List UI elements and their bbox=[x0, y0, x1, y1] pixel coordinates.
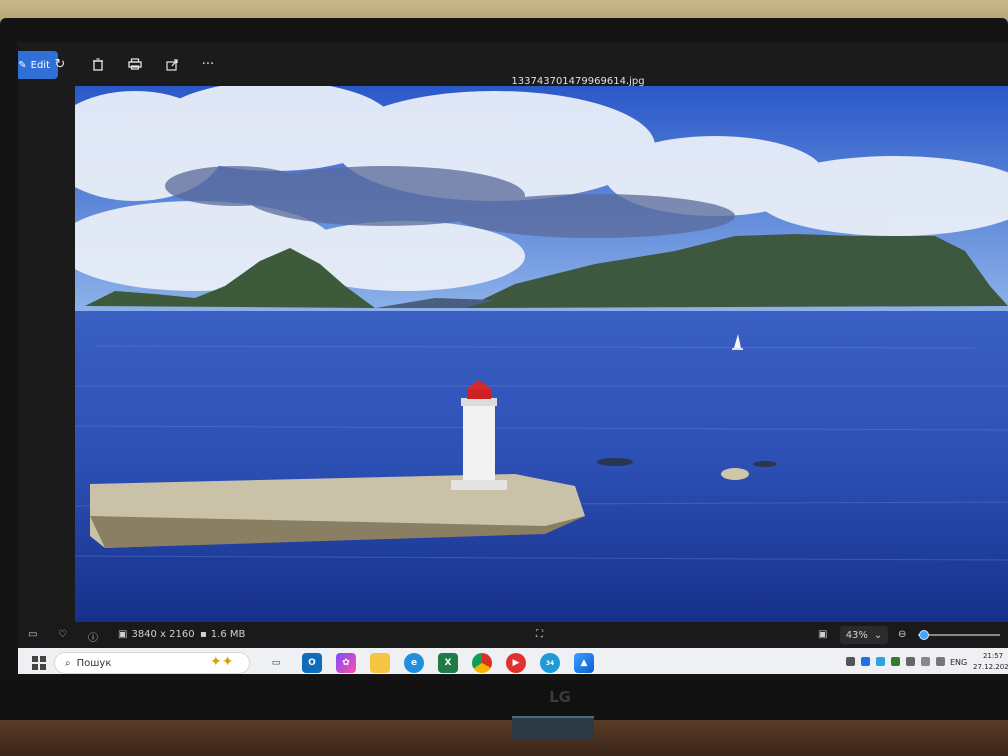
zoom-out-icon[interactable]: ⊖ bbox=[898, 629, 906, 640]
excel-icon[interactable]: X bbox=[438, 653, 458, 673]
windows-taskbar: ⌕ Пошук ✦✦ ▭ O ✿ e X ▶ 34 ▲ ENG 21:57 27… bbox=[18, 648, 1008, 674]
desk-surface bbox=[0, 720, 1008, 756]
clock[interactable]: 21:57 27.12.2024 bbox=[973, 651, 1008, 673]
file-size-info: ▪ 1.6 MB bbox=[200, 629, 245, 640]
rotate-icon[interactable]: ↻ bbox=[52, 56, 68, 72]
zoom-dropdown[interactable]: 43% ⌄ bbox=[840, 626, 888, 644]
more-icon[interactable]: ··· bbox=[200, 56, 216, 72]
edit-label: Edit bbox=[30, 59, 50, 71]
favorite-icon[interactable]: ♡ bbox=[58, 629, 67, 640]
tray-green-icon[interactable] bbox=[891, 657, 900, 666]
outlook-icon[interactable]: O bbox=[302, 653, 322, 673]
share-icon[interactable] bbox=[164, 56, 180, 72]
badge-count: 34 bbox=[545, 659, 555, 667]
fit-screen-icon[interactable]: ⛶ bbox=[536, 629, 543, 640]
delete-icon[interactable] bbox=[90, 56, 106, 72]
filmstrip-icon[interactable]: ▭ bbox=[28, 629, 37, 640]
info-icon[interactable]: ⓘ bbox=[88, 629, 98, 644]
info-bar: ▭ ♡ ⓘ ▣ 3840 x 2160 ▪ 1.6 MB ⛶ ▣ 43% ⌄ ⊖ bbox=[18, 622, 1008, 648]
file-size-text: 1.6 MB bbox=[210, 629, 246, 640]
zoom-slider[interactable] bbox=[918, 630, 1000, 640]
print-icon[interactable] bbox=[127, 56, 143, 72]
onedrive-tray-icon[interactable] bbox=[906, 657, 915, 666]
search-icon: ⌕ bbox=[65, 657, 71, 669]
zoom-value: 43% bbox=[845, 629, 868, 641]
language-indicator[interactable]: ENG bbox=[950, 658, 967, 667]
disk-icon: ▪ bbox=[200, 629, 207, 640]
copilot-sparkle-icon[interactable]: ✦✦ bbox=[210, 654, 233, 670]
file-explorer-icon[interactable] bbox=[370, 653, 390, 673]
monitor-chin bbox=[0, 680, 1008, 720]
search-placeholder: Пошук bbox=[76, 657, 112, 669]
chrome-icon[interactable] bbox=[472, 653, 492, 673]
media-player-icon[interactable]: ▶ bbox=[506, 653, 526, 673]
messenger-icon[interactable]: 34 bbox=[540, 653, 560, 673]
actual-size-icon[interactable]: ▣ bbox=[818, 629, 827, 640]
copilot-icon[interactable]: ✿ bbox=[336, 653, 356, 673]
task-view-icon[interactable]: ▭ bbox=[266, 653, 286, 673]
resolution-info: ▣ 3840 x 2160 bbox=[118, 629, 195, 640]
edit-icon: ✎ bbox=[18, 59, 27, 71]
clock-time: 21:57 bbox=[982, 652, 1004, 660]
camera-icon: ▣ bbox=[118, 629, 128, 640]
resolution-text: 3840 x 2160 bbox=[131, 629, 195, 640]
wifi-icon[interactable] bbox=[921, 657, 930, 666]
system-tray[interactable] bbox=[846, 657, 945, 666]
monitor-stand bbox=[512, 716, 594, 740]
chevron-down-icon: ⌄ bbox=[873, 629, 883, 641]
volume-icon[interactable] bbox=[936, 657, 945, 666]
telegram-icon[interactable] bbox=[876, 657, 885, 666]
start-button[interactable] bbox=[32, 656, 46, 670]
monitor-brand-logo: LG bbox=[549, 688, 571, 706]
screen: ✎ Edit ↻ ··· 133743701479969614.jpg ▭ ♡ … bbox=[18, 42, 1008, 674]
photos-icon[interactable]: ▲ bbox=[574, 653, 594, 673]
edge-icon[interactable]: e bbox=[404, 653, 424, 673]
tray-sync-icon[interactable] bbox=[861, 657, 870, 666]
zoom-slider-thumb[interactable] bbox=[918, 630, 929, 640]
tray-app-icon[interactable] bbox=[846, 657, 855, 666]
photo-viewer-image[interactable] bbox=[75, 86, 1008, 622]
clock-date: 27.12.2024 bbox=[973, 663, 1008, 671]
